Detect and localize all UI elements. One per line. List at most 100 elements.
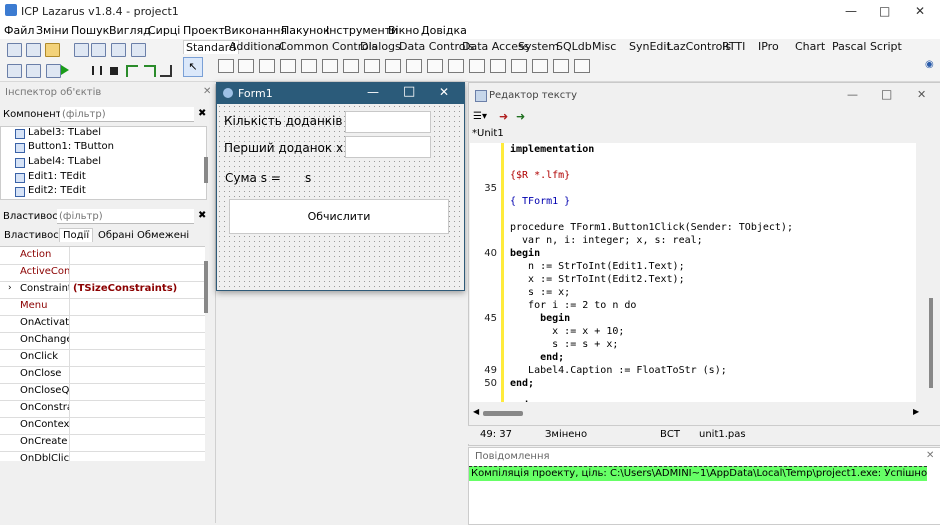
tab-ipro[interactable]: IPro xyxy=(758,40,779,53)
edit1-input[interactable] xyxy=(345,111,431,133)
prop-row-oncreate[interactable]: OnCreate xyxy=(0,434,205,452)
clear-filter-icon[interactable]: ✖ xyxy=(198,108,206,119)
save-all-icon[interactable] xyxy=(91,43,106,57)
memo-comp-icon[interactable] xyxy=(322,59,338,73)
tab-sqldb[interactable]: SQLdb xyxy=(556,40,592,53)
radiogroup-comp-icon[interactable] xyxy=(490,59,506,73)
mainmenu-icon[interactable] xyxy=(218,59,234,73)
label-comp-icon[interactable] xyxy=(280,59,296,73)
maximize-icon[interactable]: □ xyxy=(879,4,890,18)
property-grid-scrollbar[interactable] xyxy=(204,261,208,313)
panel-comp-icon[interactable] xyxy=(532,59,548,73)
prop-row-onclosequery[interactable]: OnCloseQuery xyxy=(0,383,205,401)
prop-row-oncontextpopup[interactable]: OnContextPopup xyxy=(0,417,205,435)
properties-filter-input[interactable] xyxy=(57,209,194,224)
editor-close-icon[interactable]: ✕ xyxy=(917,88,926,101)
prop-row-constraints[interactable]: ›Constraints(TSizeConstraints) xyxy=(0,281,205,299)
editor-vscrollbar[interactable] xyxy=(929,298,933,388)
label1-count[interactable]: Кількість доданків n xyxy=(224,114,354,128)
new-form-icon[interactable] xyxy=(26,43,41,57)
frame-comp-icon[interactable] xyxy=(553,59,569,73)
minimize-icon[interactable]: — xyxy=(845,4,857,18)
prop-row-ondblclick[interactable]: OnDblClick xyxy=(0,451,205,461)
tab-system[interactable]: System xyxy=(518,40,559,53)
prop-row-activecontrol[interactable]: ActiveControl xyxy=(0,264,205,282)
prop-row-onactivate[interactable]: OnActivate xyxy=(0,315,205,333)
menu-help[interactable]: Довідка xyxy=(421,24,467,37)
edit2-input[interactable] xyxy=(345,136,431,158)
step-over-icon[interactable] xyxy=(144,65,156,77)
save-icon[interactable] xyxy=(74,43,89,57)
editor-maximize-icon[interactable]: □ xyxy=(881,87,892,101)
menu-window[interactable]: Вікно xyxy=(388,24,419,37)
scrollbar-comp-icon[interactable] xyxy=(448,59,464,73)
label3-sum[interactable]: Сума s = xyxy=(225,171,281,185)
selection-pointer-icon[interactable]: ↖ xyxy=(183,57,203,77)
tree-item-label4[interactable]: Label4: TLabel xyxy=(15,156,101,168)
tree-item-edit1[interactable]: Edit1: TEdit xyxy=(15,171,86,183)
prop-row-onclick[interactable]: OnClick xyxy=(0,349,205,367)
prop-row-action[interactable]: Action xyxy=(0,247,205,265)
forward-arrow-icon[interactable]: ➜ xyxy=(516,110,525,123)
label2-first[interactable]: Перший доданок x xyxy=(224,141,343,155)
prop-row-onconstrainedresize[interactable]: OnConstrainedResize xyxy=(0,400,205,418)
tree-item-edit2[interactable]: Edit2: TEdit xyxy=(15,185,86,197)
combobox-comp-icon[interactable] xyxy=(427,59,443,73)
run-icon[interactable] xyxy=(61,65,69,75)
prop-row-onclose[interactable]: OnClose xyxy=(0,366,205,384)
toggle-form-unit-icon[interactable] xyxy=(111,43,126,57)
tab-events[interactable]: Події xyxy=(59,228,94,242)
inspector-close-icon[interactable]: ✕ xyxy=(203,86,211,97)
menu-run[interactable]: Виконання xyxy=(224,24,287,37)
tab-synedit[interactable]: SynEdit xyxy=(629,40,671,53)
scroll-right-icon[interactable]: ▶ xyxy=(913,407,919,416)
menu-package[interactable]: Пакунок xyxy=(281,24,330,37)
menu-source[interactable]: Сирці xyxy=(148,24,180,37)
build-icon[interactable] xyxy=(46,64,61,78)
listbox-comp-icon[interactable] xyxy=(406,59,422,73)
palette-scroll-icon[interactable]: ◉ xyxy=(925,59,934,70)
back-arrow-icon[interactable]: ➜ xyxy=(499,110,508,123)
togglebox-comp-icon[interactable] xyxy=(343,59,359,73)
prop-row-onchangebounds[interactable]: OnChangeBounds xyxy=(0,332,205,350)
tab-restricted[interactable]: Обмежені xyxy=(137,230,189,241)
tab-pascal-script[interactable]: Pascal Script xyxy=(832,40,902,53)
messages-close-icon[interactable]: ✕ xyxy=(926,450,934,461)
tab-favorites[interactable]: Обрані xyxy=(98,230,134,241)
tab-chart[interactable]: Chart xyxy=(795,40,825,53)
tab-dialogs[interactable]: Dialogs xyxy=(360,40,401,53)
form1-minimize-icon[interactable]: — xyxy=(367,85,379,99)
radiobutton-comp-icon[interactable] xyxy=(385,59,401,73)
label4-result[interactable]: s xyxy=(305,171,311,185)
checkgroup-comp-icon[interactable] xyxy=(511,59,527,73)
message-row[interactable]: Компіляція проекту, ціль: C:\Users\ADMIN… xyxy=(469,466,927,481)
open-icon[interactable] xyxy=(45,43,60,57)
form-icon[interactable] xyxy=(26,64,41,78)
view-units-icon[interactable] xyxy=(131,43,146,57)
form1-close-icon[interactable]: ✕ xyxy=(439,85,449,99)
close-icon[interactable]: ✕ xyxy=(915,4,925,18)
editor-hscrollbar[interactable] xyxy=(483,411,523,416)
menu-search[interactable]: Пошук xyxy=(71,24,109,37)
popupmenu-icon[interactable] xyxy=(238,59,254,73)
stop-icon[interactable] xyxy=(110,67,118,75)
form1-maximize-icon[interactable]: □ xyxy=(403,84,415,99)
groupbox-comp-icon[interactable] xyxy=(469,59,485,73)
step-into-icon[interactable] xyxy=(126,65,138,77)
tab-rtti[interactable]: RTTI xyxy=(722,40,745,53)
tab-properties[interactable]: Властивості xyxy=(4,230,67,241)
menu-project[interactable]: Проект xyxy=(183,24,225,37)
tab-additional[interactable]: Additional xyxy=(229,40,284,53)
editor-menu-icon[interactable]: ☰▾ xyxy=(473,111,487,122)
menu-view[interactable]: Вигляд xyxy=(109,24,151,37)
components-filter-input[interactable] xyxy=(60,107,194,122)
checkbox-comp-icon[interactable] xyxy=(364,59,380,73)
new-unit-icon[interactable] xyxy=(7,43,22,57)
expand-icon[interactable]: › xyxy=(8,283,12,293)
edit-comp-icon[interactable] xyxy=(301,59,317,73)
tree-item-label3[interactable]: Label3: TLabel xyxy=(15,127,101,139)
tab-misc[interactable]: Misc xyxy=(592,40,616,53)
actionlist-comp-icon[interactable] xyxy=(574,59,590,73)
pause-icon[interactable] xyxy=(92,66,102,75)
editor-minimize-icon[interactable]: — xyxy=(847,88,858,101)
